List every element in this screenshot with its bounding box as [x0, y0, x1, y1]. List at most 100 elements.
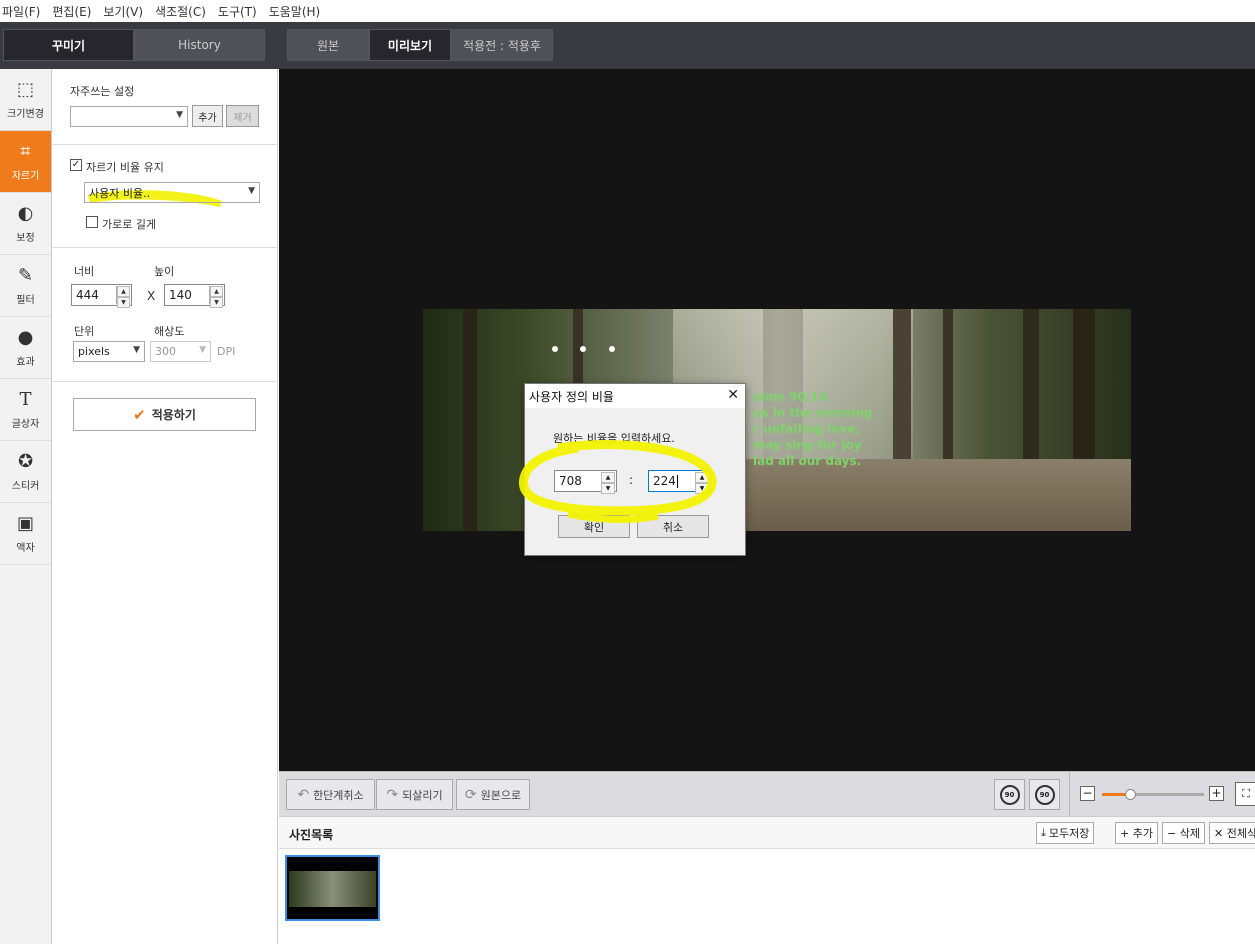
close-icon[interactable]: ✕: [727, 387, 739, 403]
ratio-width-stepper[interactable]: 708 ▲ ▼: [554, 470, 617, 494]
tool-label: 크기변경: [7, 108, 44, 120]
chevron-down-icon: ▼: [133, 345, 140, 355]
menu-help[interactable]: 도움말(H): [269, 3, 321, 20]
landscape-checkbox[interactable]: [86, 216, 98, 228]
menu-edit[interactable]: 편집(E): [52, 3, 91, 20]
fit-screen-icon[interactable]: ⛶: [1235, 782, 1255, 806]
spin-down-icon[interactable]: ▼: [117, 297, 130, 308]
tool-filter[interactable]: ✎ 필터: [0, 255, 51, 317]
tab-original[interactable]: 원본: [287, 29, 369, 61]
filter-wand-icon: ✎: [17, 264, 34, 286]
delete-photo-button[interactable]: − 삭제: [1162, 822, 1205, 844]
divider: [52, 144, 278, 145]
chevron-down-icon: ▼: [199, 345, 206, 355]
view-tab-bar: 원본 미리보기 적용전 : 적용후: [278, 22, 1255, 69]
spin-up-icon[interactable]: ▲: [117, 286, 130, 297]
add-preset-button[interactable]: 추가: [192, 105, 223, 127]
resolution-select[interactable]: 300 ▼: [150, 341, 211, 362]
tab-before-after[interactable]: 적용전 : 적용후: [451, 29, 553, 61]
ratio-height-value: 224: [653, 474, 676, 488]
save-all-button[interactable]: ⤓ 모두저장: [1036, 822, 1095, 844]
width-stepper[interactable]: 444 ▲ ▼: [71, 284, 132, 308]
verse-line: r unfailing love,: [753, 422, 861, 436]
tab-history[interactable]: History: [134, 29, 265, 61]
dialog-title: 사용자 정의 비율: [525, 384, 745, 408]
crop-handle[interactable]: [609, 346, 615, 352]
menu-bar: 파일(F) 편집(E) 보기(V) 색조절(C) 도구(T) 도움말(H): [0, 0, 1255, 22]
check-icon: ✔: [133, 405, 146, 424]
zoom-out-button[interactable]: −: [1080, 786, 1095, 801]
tab-preview[interactable]: 미리보기: [369, 29, 451, 61]
apply-label: 적용하기: [151, 408, 196, 422]
tool-crop[interactable]: ⌗ 자르기: [0, 131, 51, 193]
divider: [52, 381, 278, 382]
zoom-slider-knob[interactable]: [1124, 789, 1136, 800]
preset-select[interactable]: ▼: [70, 106, 188, 127]
sticker-star-icon: ✪: [17, 450, 34, 472]
unit-select[interactable]: pixels ▼: [73, 341, 145, 362]
zoom-in-button[interactable]: +: [1209, 786, 1224, 801]
rotate-right-icon: 90: [1034, 784, 1055, 805]
spin-down-icon[interactable]: ▼: [695, 483, 709, 494]
menu-file[interactable]: 파일(F): [2, 3, 40, 20]
menu-tools[interactable]: 도구(T): [218, 3, 257, 20]
rotate-right-button[interactable]: 90: [1029, 779, 1060, 810]
tool-label: 필터: [16, 294, 35, 306]
cancel-button[interactable]: 취소: [637, 515, 709, 538]
tool-label: 자르기: [11, 170, 40, 182]
redo-arrow-icon: ↷: [386, 786, 399, 803]
apply-button[interactable]: ✔ 적용하기: [73, 398, 256, 431]
tool-textbox[interactable]: T 글상자: [0, 379, 51, 441]
delete-all-button[interactable]: ✕ 전체삭제: [1209, 822, 1255, 844]
crop-settings-panel: 자주쓰는 설정 ▼ 추가 제거 ✓ 자르기 비율 유지 사용자 비율.. ▼ 가로…: [52, 69, 278, 944]
chevron-down-icon: ▼: [248, 186, 255, 196]
crop-handle[interactable]: [580, 346, 586, 352]
spin-up-icon[interactable]: ▲: [601, 472, 615, 483]
add-photo-button[interactable]: + 추가: [1115, 822, 1158, 844]
frame-picture-icon: ▣: [16, 512, 34, 534]
save-all-label: 모두저장: [1048, 827, 1090, 840]
ratio-height-stepper[interactable]: 224 ▲ ▼: [648, 470, 711, 494]
rotate-left-button[interactable]: 90: [994, 779, 1025, 810]
photo-list: 사진목록 ⤓모두저장 + 추가 − 삭제 ✕ 전체삭제: [279, 816, 1255, 944]
forest-path: [723, 459, 1131, 531]
crop-handle[interactable]: [552, 346, 558, 352]
photo-thumbnail[interactable]: [285, 855, 380, 921]
landscape-label: 가로로 길게: [102, 218, 157, 231]
ok-button[interactable]: 확인: [558, 515, 630, 538]
unit-label: 단위: [74, 325, 95, 338]
tool-effect[interactable]: ● 효과: [0, 317, 51, 379]
zoom-slider[interactable]: [1102, 789, 1204, 800]
remove-preset-button[interactable]: 제거: [226, 105, 259, 127]
spin-up-icon[interactable]: ▲: [210, 286, 223, 297]
tool-sticker[interactable]: ✪ 스티커: [0, 441, 51, 503]
resolution-value: 300: [155, 345, 176, 358]
ratio-width-value: 708: [559, 474, 582, 488]
revert-original-button[interactable]: ⟳ 원본으로: [456, 779, 530, 810]
tool-label: 액자: [16, 542, 35, 554]
undo-button[interactable]: ↶ 한단계취소: [286, 779, 375, 810]
height-value: 140: [169, 288, 192, 302]
rotate-left-icon: 90: [999, 784, 1020, 805]
height-label: 높이: [154, 265, 175, 278]
verse-line: alms 90:14: [753, 390, 828, 404]
spin-down-icon[interactable]: ▼: [601, 483, 615, 494]
tool-resize[interactable]: ⬚ 크기변경: [0, 69, 51, 131]
tool-adjust[interactable]: ◐ 보정: [0, 193, 51, 255]
height-stepper[interactable]: 140 ▲ ▼: [164, 284, 225, 308]
verse-line: may sing for joy: [753, 438, 862, 452]
tool-label: 효과: [16, 356, 35, 368]
redo-button[interactable]: ↷ 되살리기: [376, 779, 453, 810]
spin-down-icon[interactable]: ▼: [210, 297, 223, 308]
tool-frame[interactable]: ▣ 액자: [0, 503, 51, 565]
menu-color[interactable]: 색조절(C): [155, 3, 206, 20]
spin-up-icon[interactable]: ▲: [695, 472, 709, 483]
photo-list-header: 사진목록 ⤓모두저장 + 추가 − 삭제 ✕ 전체삭제: [279, 817, 1255, 849]
tab-decorate[interactable]: 꾸미기: [3, 29, 134, 61]
adjust-icon: ◐: [17, 202, 34, 224]
verse-line: lad all our days.: [753, 454, 862, 468]
ratio-select[interactable]: 사용자 비율.. ▼: [84, 182, 260, 203]
tool-label: 스티커: [11, 480, 40, 492]
keep-ratio-checkbox[interactable]: ✓: [70, 159, 82, 171]
menu-view[interactable]: 보기(V): [103, 3, 143, 20]
